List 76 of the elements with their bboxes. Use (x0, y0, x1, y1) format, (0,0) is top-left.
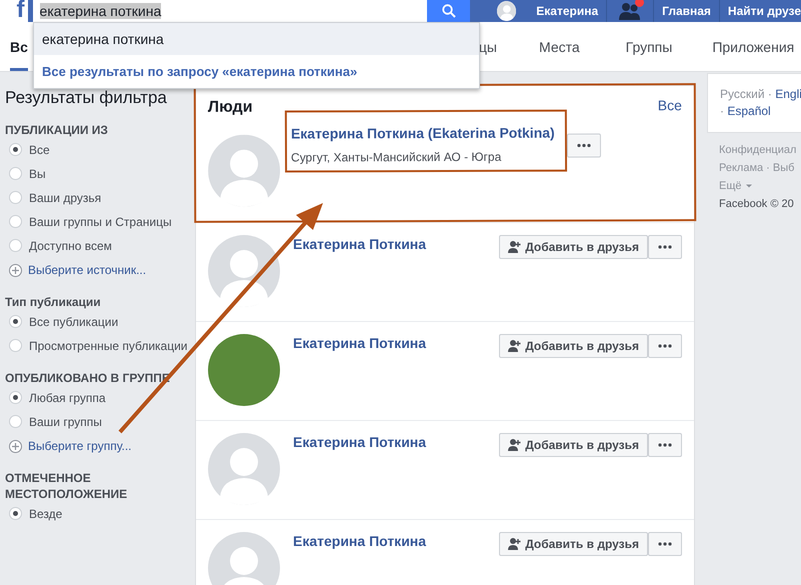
radio-button[interactable] (9, 339, 22, 352)
add-friend-button[interactable]: Добавить в друзья (499, 433, 648, 457)
more-button[interactable] (648, 235, 682, 259)
filter-option[interactable]: Ваши группы (29, 414, 194, 430)
tab[interactable]: Места (531, 22, 588, 71)
tab[interactable]: Вс (10, 22, 28, 71)
filter-heading: ПУБЛИКАЦИИ ИЗ (5, 122, 109, 138)
search-button[interactable] (427, 0, 470, 22)
search-field[interactable]: екатерина поткина (32, 0, 428, 22)
person-name[interactable]: Екатерина Поткина (Ekaterina Potkina) (290, 124, 555, 143)
add-person-icon (508, 439, 522, 451)
person-name[interactable]: Екатерина Поткина (293, 235, 426, 253)
radio-button[interactable] (9, 167, 22, 180)
radio-button[interactable] (9, 143, 22, 156)
more-icon (658, 344, 672, 348)
search-icon (442, 4, 456, 18)
filter-option[interactable]: Ваши группы и Страницы (29, 214, 194, 230)
plus-icon (9, 264, 22, 276)
filter-option[interactable]: Все (29, 142, 194, 158)
plus-icon (9, 440, 22, 452)
more-icon (658, 245, 672, 249)
see-all-link[interactable]: Все (658, 97, 682, 122)
radio-button[interactable] (9, 215, 22, 228)
tab[interactable]: Приложения (704, 22, 801, 71)
add-person-icon (508, 340, 522, 352)
add-friend-button[interactable]: Добавить в друзья (499, 235, 648, 259)
tab[interactable]: Группы (618, 22, 680, 71)
more-icon (658, 443, 672, 447)
filter-option[interactable]: Ваши друзья (29, 190, 194, 206)
section-title: Люди (208, 98, 253, 118)
caret-icon (744, 183, 753, 189)
user-name[interactable]: Екатерина (536, 4, 598, 18)
radio-button[interactable] (9, 191, 22, 204)
add-person-icon (508, 241, 522, 253)
radio-button[interactable] (9, 507, 22, 520)
add-friend-button[interactable]: Добавить в друзья (499, 334, 648, 358)
person-name[interactable]: Екатерина Поткина (293, 334, 426, 352)
copyright-text: Facebook © 20 (719, 197, 795, 212)
filter-option[interactable]: Вы (29, 166, 194, 182)
radio-button[interactable] (9, 315, 22, 328)
person-name[interactable]: Екатерина Поткина (293, 433, 426, 451)
filter-option[interactable]: Доступно всем (29, 238, 194, 254)
filter-option[interactable]: Просмотренные публикации (29, 338, 194, 354)
separator-dot: · (768, 87, 772, 101)
filter-option[interactable]: Любая группа (29, 390, 194, 406)
choose-link[interactable]: Выберите группу... (28, 438, 132, 454)
language-link[interactable]: Engli (775, 87, 801, 101)
more-icon (576, 144, 591, 148)
filter-option[interactable]: Везде (29, 506, 194, 522)
nav-link[interactable]: Найти друзе (728, 4, 801, 18)
user-avatar[interactable] (496, 1, 516, 21)
more-icon (658, 542, 672, 546)
person-location: Сургут, Ханты-Мансийский АО - Югра (291, 150, 502, 165)
suggestion-item[interactable]: Все результаты по запросу «екатерина поткина» (34, 55, 479, 88)
more-button[interactable] (566, 133, 601, 158)
suggestion-item[interactable]: екатерина поткина (34, 23, 479, 55)
radio-button[interactable] (9, 239, 22, 252)
more-button[interactable] (648, 433, 682, 457)
separator-dot: · (720, 104, 724, 118)
avatar-silhouette-icon[interactable] (208, 235, 280, 307)
add-friend-button[interactable]: Добавить в друзья (499, 532, 648, 556)
filter-heading: ОТМЕЧЕННОЕ МЕСТОПОЛОЖЕНИЕ (5, 470, 128, 502)
tab[interactable]: цы (478, 22, 505, 71)
filter-title: Результаты фильтра (5, 88, 168, 108)
radio-button[interactable] (9, 391, 22, 404)
filter-heading: Тип публикации (5, 294, 102, 310)
add-person-icon (508, 538, 522, 550)
friend-requests-icon[interactable] (619, 1, 642, 21)
language-link[interactable]: Español (727, 104, 771, 118)
filter-option[interactable]: Все публикации (29, 314, 194, 330)
more-button[interactable] (648, 334, 682, 358)
more-button[interactable] (648, 532, 682, 556)
radio-button[interactable] (9, 415, 22, 428)
choose-link[interactable]: Выберите источник... (28, 262, 146, 278)
nav-link[interactable]: Главная (662, 4, 711, 18)
person-name[interactable]: Екатерина Поткина (293, 532, 426, 550)
